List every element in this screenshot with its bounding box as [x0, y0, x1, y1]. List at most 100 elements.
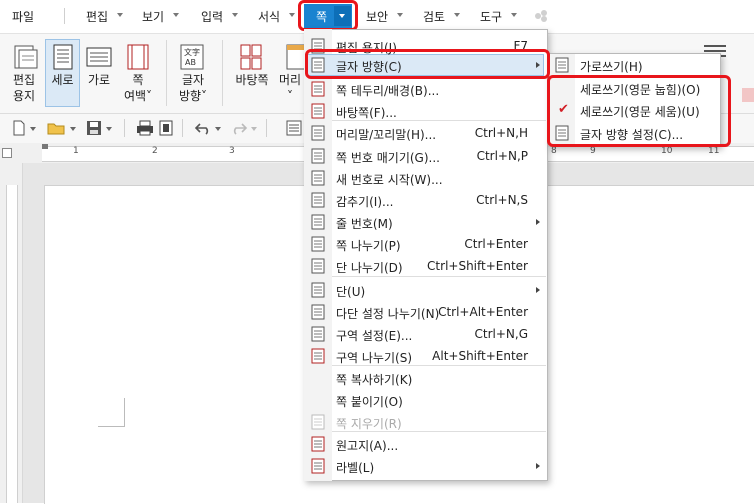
page-number-icon	[310, 148, 326, 164]
dropdown-item-label: 라벨(L)	[336, 461, 375, 475]
ribbon-label: ˅	[287, 89, 293, 103]
dropdown-item-label: 줄 번호(M)	[336, 217, 393, 231]
dropdown-item-label: 쪽 복사하기(K)	[336, 373, 413, 387]
indent-marker-icon[interactable]	[42, 144, 48, 149]
chevron-down-icon[interactable]	[251, 127, 257, 131]
dropdown-item-shortcut: Ctrl+Alt+Enter	[438, 305, 528, 319]
menu-view[interactable]: 보기	[142, 8, 164, 25]
settings-icon[interactable]	[533, 9, 549, 23]
ruler-corner-icon[interactable]	[2, 148, 12, 158]
page-break-icon	[310, 236, 326, 252]
dropdown-item[interactable]: 원고지(A)...	[304, 433, 546, 455]
dropdown-item-label: 원고지(A)...	[336, 439, 399, 453]
undo-icon[interactable]	[194, 121, 212, 135]
chevron-down-icon[interactable]	[215, 127, 221, 131]
chevron-down-icon[interactable]	[30, 127, 36, 131]
text-direction-icon: 文字 AB	[180, 44, 204, 70]
dropdown-item-label: 쪽 지우기(R)	[336, 417, 402, 431]
menu-review[interactable]: 검토	[423, 8, 445, 25]
dropdown-item[interactable]: 쪽 나누기(P) Ctrl+Enter	[304, 233, 546, 255]
ribbon-separator	[222, 40, 223, 106]
dropdown-item[interactable]: 구역 설정(E)... Ctrl+N,G	[304, 323, 546, 345]
new-document-icon[interactable]	[12, 120, 26, 136]
chevron-down-icon[interactable]	[70, 127, 76, 131]
ribbon-page-margin-button[interactable]: 쪽 여백˅	[118, 72, 158, 104]
master-page-icon	[310, 103, 326, 119]
dropdown-item[interactable]: 쪽 복사하기(K)	[304, 367, 546, 389]
chevron-down-icon[interactable]	[289, 13, 295, 17]
dropdown-item[interactable]: 바탕쪽(F)...	[304, 100, 546, 122]
ribbon-label: 용지	[12, 89, 36, 103]
dropdown-item-label: 쪽 테두리/배경(B)...	[336, 84, 440, 98]
dropdown-item[interactable]: 라벨(L)	[304, 455, 546, 477]
ribbon-separator	[166, 40, 167, 106]
dropdown-item[interactable]: 쪽 붙이기(O)	[304, 389, 546, 411]
dropdown-item[interactable]: 쪽 테두리/배경(B)...	[304, 78, 546, 100]
multi-column-break-icon	[310, 304, 326, 320]
dropdown-separator	[332, 120, 546, 121]
dropdown-item-shortcut: Alt+Shift+Enter	[432, 349, 528, 363]
dropdown-item-shortcut: Ctrl+N,H	[474, 126, 528, 140]
dropdown-item[interactable]: 쪽 번호 매기기(G)... Ctrl+N,P	[304, 145, 546, 167]
chevron-down-icon[interactable]	[117, 13, 123, 17]
ruler-number: 3	[229, 146, 235, 156]
preview-icon[interactable]	[158, 120, 174, 136]
dropdown-item-label: 바탕쪽(F)...	[336, 106, 397, 120]
dropdown-item[interactable]: 새 번호로 시작(W)...	[304, 167, 546, 189]
menu-file[interactable]: 파일	[12, 8, 34, 25]
chevron-down-icon[interactable]	[454, 13, 460, 17]
menu-edit[interactable]: 편집	[86, 8, 108, 25]
redo-icon[interactable]	[230, 121, 248, 135]
dropdown-item[interactable]: 감추기(I)... Ctrl+N,S	[304, 189, 546, 211]
dropdown-item-label: 감추기(I)...	[336, 195, 394, 209]
menu-security[interactable]: 보안	[366, 8, 388, 25]
toolbar-separator	[182, 119, 183, 137]
ribbon-portrait-button[interactable]: 세로	[45, 72, 80, 88]
dropdown-item: 쪽 지우기(R)	[304, 411, 546, 433]
dropdown-item[interactable]: 단(U)	[304, 279, 546, 301]
section-setup-icon	[310, 326, 326, 342]
dropdown-item-shortcut: Ctrl+N,P	[476, 149, 528, 163]
chevron-down-icon[interactable]	[232, 13, 238, 17]
ribbon-label: 세로	[51, 73, 74, 87]
ribbon-page-setup-button[interactable]: 편집 용지	[6, 72, 42, 104]
manuscript-icon	[310, 436, 326, 452]
ribbon-master-page-button[interactable]: 바탕쪽	[232, 72, 272, 88]
dropdown-item-label: 머리말/꼬리말(H)...	[336, 128, 437, 142]
ribbon-text-direction-button[interactable]: 글자 방향˅	[174, 72, 212, 104]
toolbar-separator	[124, 119, 125, 137]
chevron-down-icon[interactable]	[397, 13, 403, 17]
hide-icon	[310, 192, 326, 208]
dropdown-item[interactable]: 머리말/꼬리말(H)... Ctrl+N,H	[304, 122, 546, 144]
page-corner-mark	[124, 398, 125, 426]
chevron-down-icon[interactable]	[106, 127, 112, 131]
chevron-right-icon	[536, 219, 540, 225]
page-corner-mark	[98, 426, 125, 427]
highlight-box-vertical-options	[547, 75, 731, 147]
menu-insert[interactable]: 입력	[201, 8, 223, 25]
dropdown-item[interactable]: 단 나누기(D) Ctrl+Shift+Enter	[304, 255, 546, 277]
dropdown-item-label: 단 나누기(D)	[336, 261, 403, 275]
dropdown-item[interactable]: 구역 나누기(S) Alt+Shift+Enter	[304, 345, 546, 367]
open-folder-icon[interactable]	[47, 121, 65, 135]
chevron-down-icon[interactable]	[173, 13, 179, 17]
dropdown-item[interactable]: 다단 설정 나누기(N) Ctrl+Alt+Enter	[304, 301, 546, 323]
chevron-down-icon[interactable]	[511, 13, 517, 17]
ribbon-header-footer-button[interactable]: 머리 ˅	[278, 72, 302, 104]
menu-format[interactable]: 서식	[258, 8, 280, 25]
dropdown-item-label: 구역 나누기(S)	[336, 351, 412, 365]
ribbon-landscape-button[interactable]: 가로	[82, 72, 116, 88]
landscape-icon	[86, 47, 112, 67]
ribbon-label: 쪽	[132, 73, 144, 87]
ribbon-label: 여백˅	[123, 89, 153, 103]
ruler-number: 10	[661, 146, 673, 156]
highlight-box-menu	[298, 0, 358, 31]
print-icon[interactable]	[136, 120, 154, 136]
ruler-number: 9	[590, 146, 596, 156]
section-break-icon	[310, 348, 326, 364]
align-left-icon[interactable]	[286, 120, 302, 136]
menu-tools[interactable]: 도구	[480, 8, 502, 25]
save-icon[interactable]	[86, 120, 102, 136]
submenu-item[interactable]: 가로쓰기(H)	[548, 54, 719, 76]
dropdown-item[interactable]: 줄 번호(M)	[304, 211, 546, 233]
